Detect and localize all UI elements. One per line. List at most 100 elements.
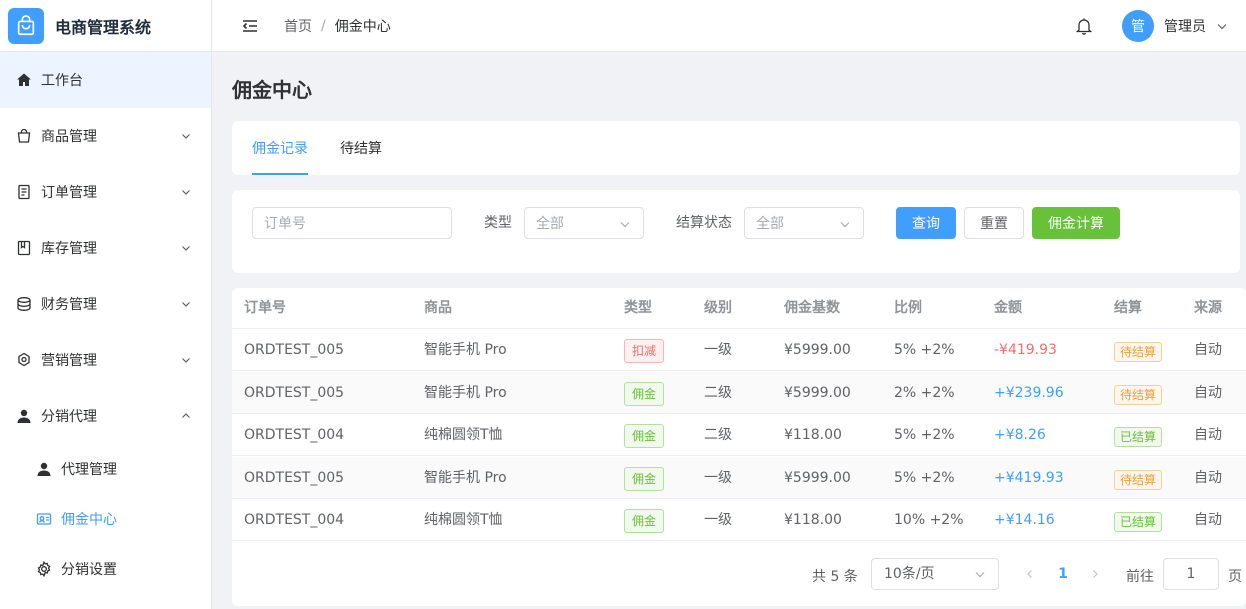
sidebar-item-inventory[interactable]: 库存管理 bbox=[0, 220, 211, 276]
order-number-input[interactable]: 订单号 bbox=[252, 207, 452, 239]
chevron-down-icon bbox=[181, 243, 191, 253]
gear-icon bbox=[36, 561, 52, 577]
cell-order: ORDTEST_004 bbox=[244, 427, 345, 443]
cell-base: ¥5999.00 bbox=[784, 342, 851, 358]
sidebar-item-label: 营销管理 bbox=[41, 353, 97, 369]
cell-amount: +¥14.16 bbox=[994, 512, 1055, 528]
avatar[interactable]: 管 bbox=[1122, 10, 1154, 42]
column-header-amount: 金额 bbox=[994, 300, 1022, 316]
table-row[interactable]: ORDTEST_005 智能手机 Pro 佣金 一级 ¥5999.00 5% +… bbox=[232, 457, 1246, 499]
query-button[interactable]: 查询 bbox=[896, 207, 956, 239]
calculate-commission-button[interactable]: 佣金计算 bbox=[1032, 207, 1120, 239]
menu-fold-icon[interactable] bbox=[240, 16, 260, 36]
chevron-down-icon bbox=[181, 299, 191, 309]
tabs-card: 佣金记录 待结算 bbox=[232, 121, 1240, 175]
cell-level: 二级 bbox=[704, 385, 732, 401]
settlement-tag: 已结算 bbox=[1114, 427, 1163, 447]
chevron-down-icon bbox=[181, 131, 191, 141]
cell-source: 自动 bbox=[1194, 385, 1222, 401]
tab-commission-records[interactable]: 佣金记录 bbox=[252, 121, 308, 175]
sidebar-item-marketing[interactable]: 营销管理 bbox=[0, 332, 211, 388]
column-header-ratio: 比例 bbox=[894, 300, 922, 316]
bell-icon[interactable] bbox=[1074, 16, 1094, 36]
chevron-down-icon bbox=[839, 218, 851, 230]
sidebar-subitem-label: 代理管理 bbox=[61, 462, 117, 478]
table-row[interactable]: ORDTEST_005 智能手机 Pro 佣金 二级 ¥5999.00 2% +… bbox=[232, 372, 1246, 414]
chevron-down-icon[interactable] bbox=[1216, 20, 1228, 32]
table-row[interactable]: ORDTEST_004 纯棉圆领T恤 佣金 一级 ¥118.00 10% +2%… bbox=[232, 499, 1246, 541]
cell-level: 一级 bbox=[704, 470, 732, 486]
cell-ratio: 5% +2% bbox=[894, 342, 955, 358]
wallet-icon bbox=[36, 511, 52, 527]
sidebar-item-distribution[interactable]: 分销代理 bbox=[0, 388, 211, 444]
sidebar-item-products[interactable]: 商品管理 bbox=[0, 108, 211, 164]
page-size-select[interactable]: 10条/页 bbox=[871, 558, 999, 590]
cell-source: 自动 bbox=[1194, 512, 1222, 528]
user-name[interactable]: 管理员 bbox=[1164, 16, 1206, 36]
type-tag: 佣金 bbox=[624, 467, 665, 491]
sidebar: 电商管理系统 工作台 商品管理 订单管理 库存管理 财务管理 营销管理 分销代理… bbox=[0, 0, 212, 609]
pagination-total: 共 5 条 bbox=[812, 569, 858, 585]
page-number-current[interactable]: 1 bbox=[1053, 564, 1073, 584]
sidebar-item-orders[interactable]: 订单管理 bbox=[0, 164, 211, 220]
column-header-base: 佣金基数 bbox=[784, 300, 840, 316]
page-title: 佣金中心 bbox=[232, 78, 312, 102]
cell-source: 自动 bbox=[1194, 342, 1222, 358]
cell-ratio: 2% +2% bbox=[894, 385, 955, 401]
cell-product: 智能手机 Pro bbox=[424, 470, 507, 486]
cell-order: ORDTEST_005 bbox=[244, 470, 345, 486]
goto-page-input[interactable]: 1 bbox=[1163, 558, 1219, 590]
type-tag: 佣金 bbox=[624, 509, 665, 533]
sidebar-subitem-commission[interactable]: 佣金中心 bbox=[0, 494, 211, 544]
page-suffix-label: 页 bbox=[1228, 569, 1242, 585]
cell-product: 智能手机 Pro bbox=[424, 385, 507, 401]
sidebar-subitem-label: 佣金中心 bbox=[61, 512, 117, 528]
type-tag: 扣减 bbox=[624, 339, 665, 363]
chevron-down-icon bbox=[974, 568, 986, 580]
sidebar-item-label: 财务管理 bbox=[41, 297, 97, 313]
type-select[interactable]: 全部 bbox=[524, 207, 644, 239]
cell-amount: +¥239.96 bbox=[994, 385, 1064, 401]
header-user-area: 管 管理员 bbox=[1074, 0, 1246, 52]
cell-ratio: 5% +2% bbox=[894, 427, 955, 443]
column-header-order: 订单号 bbox=[244, 300, 286, 316]
megaphone-icon bbox=[16, 352, 32, 368]
settle-status-select[interactable]: 全部 bbox=[744, 207, 864, 239]
sidebar-item-finance[interactable]: 财务管理 bbox=[0, 276, 211, 332]
table-row[interactable]: ORDTEST_004 纯棉圆领T恤 佣金 二级 ¥118.00 5% +2% … bbox=[232, 414, 1246, 456]
sidebar-subitem-settings[interactable]: 分销设置 bbox=[0, 544, 211, 594]
type-tag: 佣金 bbox=[624, 424, 665, 448]
settle-status-select-value: 全部 bbox=[756, 216, 784, 232]
page-size-value: 10条/页 bbox=[884, 566, 935, 582]
settlement-tag: 待结算 bbox=[1114, 385, 1163, 405]
sidebar-item-label: 库存管理 bbox=[41, 241, 97, 257]
tab-pending-settlement[interactable]: 待结算 bbox=[340, 121, 382, 175]
reset-button[interactable]: 重置 bbox=[964, 207, 1024, 239]
type-select-value: 全部 bbox=[536, 216, 564, 232]
cell-source: 自动 bbox=[1194, 427, 1222, 443]
table-header: 订单号 商品 类型 级别 佣金基数 比例 金额 结算 来源 bbox=[232, 288, 1246, 329]
chevron-down-icon bbox=[181, 355, 191, 365]
tab-label: 待结算 bbox=[340, 141, 382, 157]
table-row[interactable]: ORDTEST_005 智能手机 Pro 扣减 一级 ¥5999.00 5% +… bbox=[232, 329, 1246, 371]
sidebar-item-dashboard[interactable]: 工作台 bbox=[0, 52, 211, 108]
cell-source: 自动 bbox=[1194, 470, 1222, 486]
sidebar-item-label: 分销代理 bbox=[41, 409, 97, 425]
cell-amount: +¥8.26 bbox=[994, 427, 1046, 443]
cell-ratio: 10% +2% bbox=[894, 512, 964, 528]
coins-icon bbox=[16, 296, 32, 312]
cell-base: ¥5999.00 bbox=[784, 470, 851, 486]
goto-label: 前往 bbox=[1126, 569, 1154, 585]
type-tag: 佣金 bbox=[624, 382, 665, 406]
home-icon bbox=[16, 72, 32, 88]
breadcrumb-home[interactable]: 首页 bbox=[284, 16, 312, 36]
chevron-left-icon[interactable] bbox=[1022, 564, 1038, 584]
user-icon bbox=[16, 408, 32, 424]
chevron-right-icon[interactable] bbox=[1087, 564, 1103, 584]
brand: 电商管理系统 bbox=[0, 0, 211, 52]
cell-base: ¥118.00 bbox=[784, 512, 842, 528]
cell-product: 纯棉圆领T恤 bbox=[424, 427, 503, 443]
commission-table-card: 订单号 商品 类型 级别 佣金基数 比例 金额 结算 来源 ORDTEST_00… bbox=[232, 288, 1246, 606]
cell-level: 一级 bbox=[704, 512, 732, 528]
sidebar-subitem-agents[interactable]: 代理管理 bbox=[0, 444, 211, 494]
